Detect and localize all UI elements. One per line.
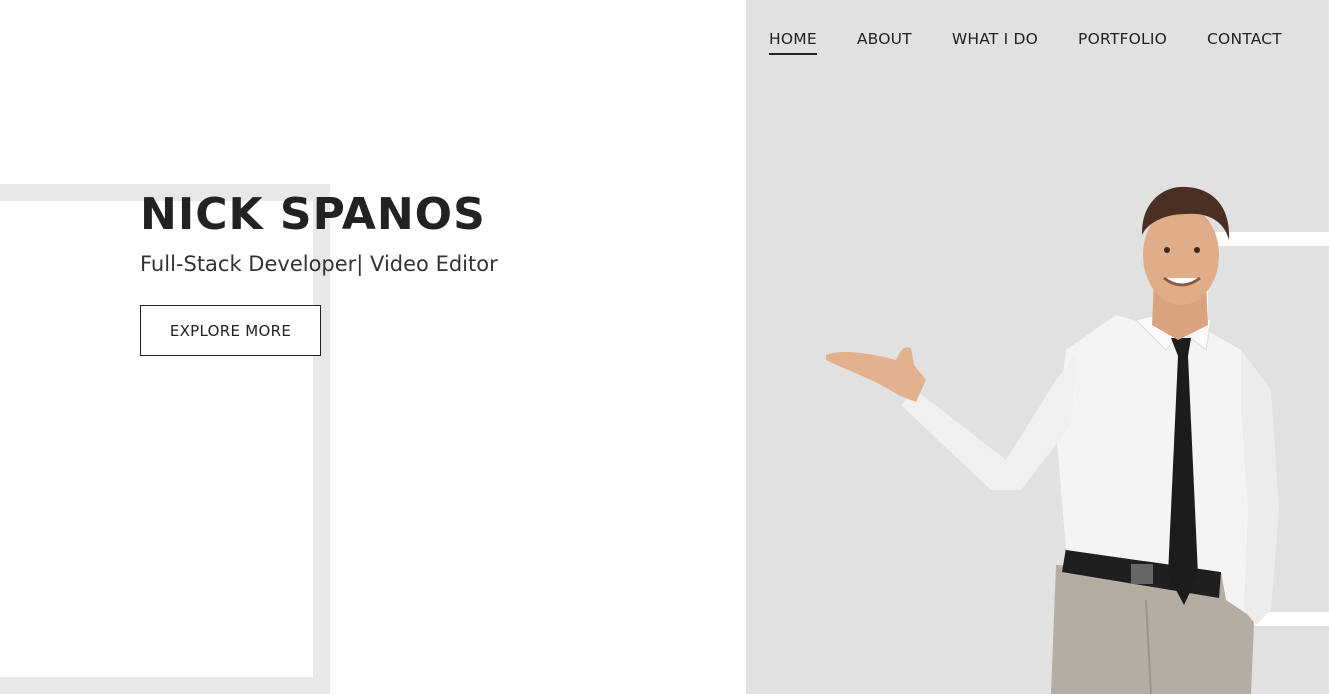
main-nav: HOME ABOUT WHAT I DO PORTFOLIO CONTACT: [769, 30, 1282, 55]
nav-item-about[interactable]: ABOUT: [857, 30, 912, 55]
nav-item-home[interactable]: HOME: [769, 30, 817, 55]
nav-item-portfolio[interactable]: PORTFOLIO: [1078, 30, 1167, 55]
nav-item-contact[interactable]: CONTACT: [1207, 30, 1282, 55]
hero-name: NICK SPANOS: [140, 189, 486, 240]
hero-right-panel: HOME ABOUT WHAT I DO PORTFOLIO CONTACT: [746, 0, 1329, 694]
hero-text-block: NICK SPANOS Full-Stack Developer| Video …: [140, 190, 498, 278]
businessman-photo: [826, 186, 1279, 694]
hero-left-panel: NICK SPANOS Full-Stack Developer| Video …: [0, 0, 746, 694]
explore-more-button[interactable]: EXPLORE MORE: [140, 305, 321, 356]
hero-subtitle: Full-Stack Developer| Video Editor: [140, 252, 498, 276]
nav-item-what-i-do[interactable]: WHAT I DO: [952, 30, 1038, 55]
